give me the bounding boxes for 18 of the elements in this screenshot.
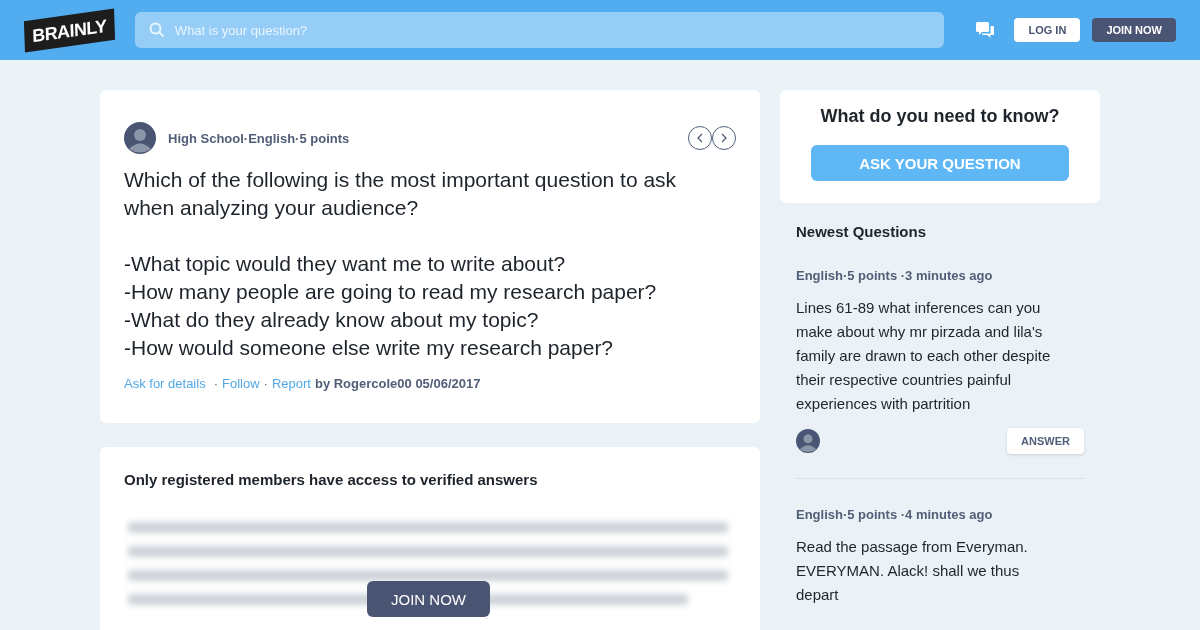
join-now-button[interactable]: JOIN NOW	[1092, 18, 1176, 42]
answer-button[interactable]: ANSWER	[1007, 428, 1084, 454]
access-notice: Only registered members have access to verified answers	[124, 471, 539, 488]
logo[interactable]: BRAINLY	[23, 8, 115, 52]
search-field[interactable]: What is your question?	[134, 12, 945, 48]
question-meta: English·5 points ·3 minutes ago	[796, 268, 993, 283]
section-title: Newest Questions	[796, 223, 928, 240]
question-text: Which of the following is the most important question to ask when analyzing your audience? -What topic would they want me to write about? -How many people are going to read my research paper? -What do they already know about my topic? -How would someone else write my research paper?	[124, 167, 678, 361]
question-meta: English·5 points ·4 minutes ago	[796, 507, 993, 522]
question-text[interactable]: Read the passage from Everyman. EVERYMAN. Alack! shall we thus depart	[796, 535, 1060, 607]
separator-dot: ·	[263, 376, 268, 391]
ask-heading: What do you need to know?	[819, 106, 1061, 127]
question-text[interactable]: Lines 61-89 what inferences can you make about why mr pirzada and lila's family are drawn to each other despite their respective countries painful experiences with partrition	[796, 296, 1060, 416]
author-and-date: by Rogercole00 05/06/2017	[314, 376, 481, 391]
join-now-button[interactable]: JOIN NOW	[367, 581, 490, 617]
separator-dot: ·	[213, 376, 218, 391]
question-meta: High School·English·5 points	[168, 130, 351, 146]
log-in-button[interactable]: LOG IN	[1014, 18, 1081, 42]
